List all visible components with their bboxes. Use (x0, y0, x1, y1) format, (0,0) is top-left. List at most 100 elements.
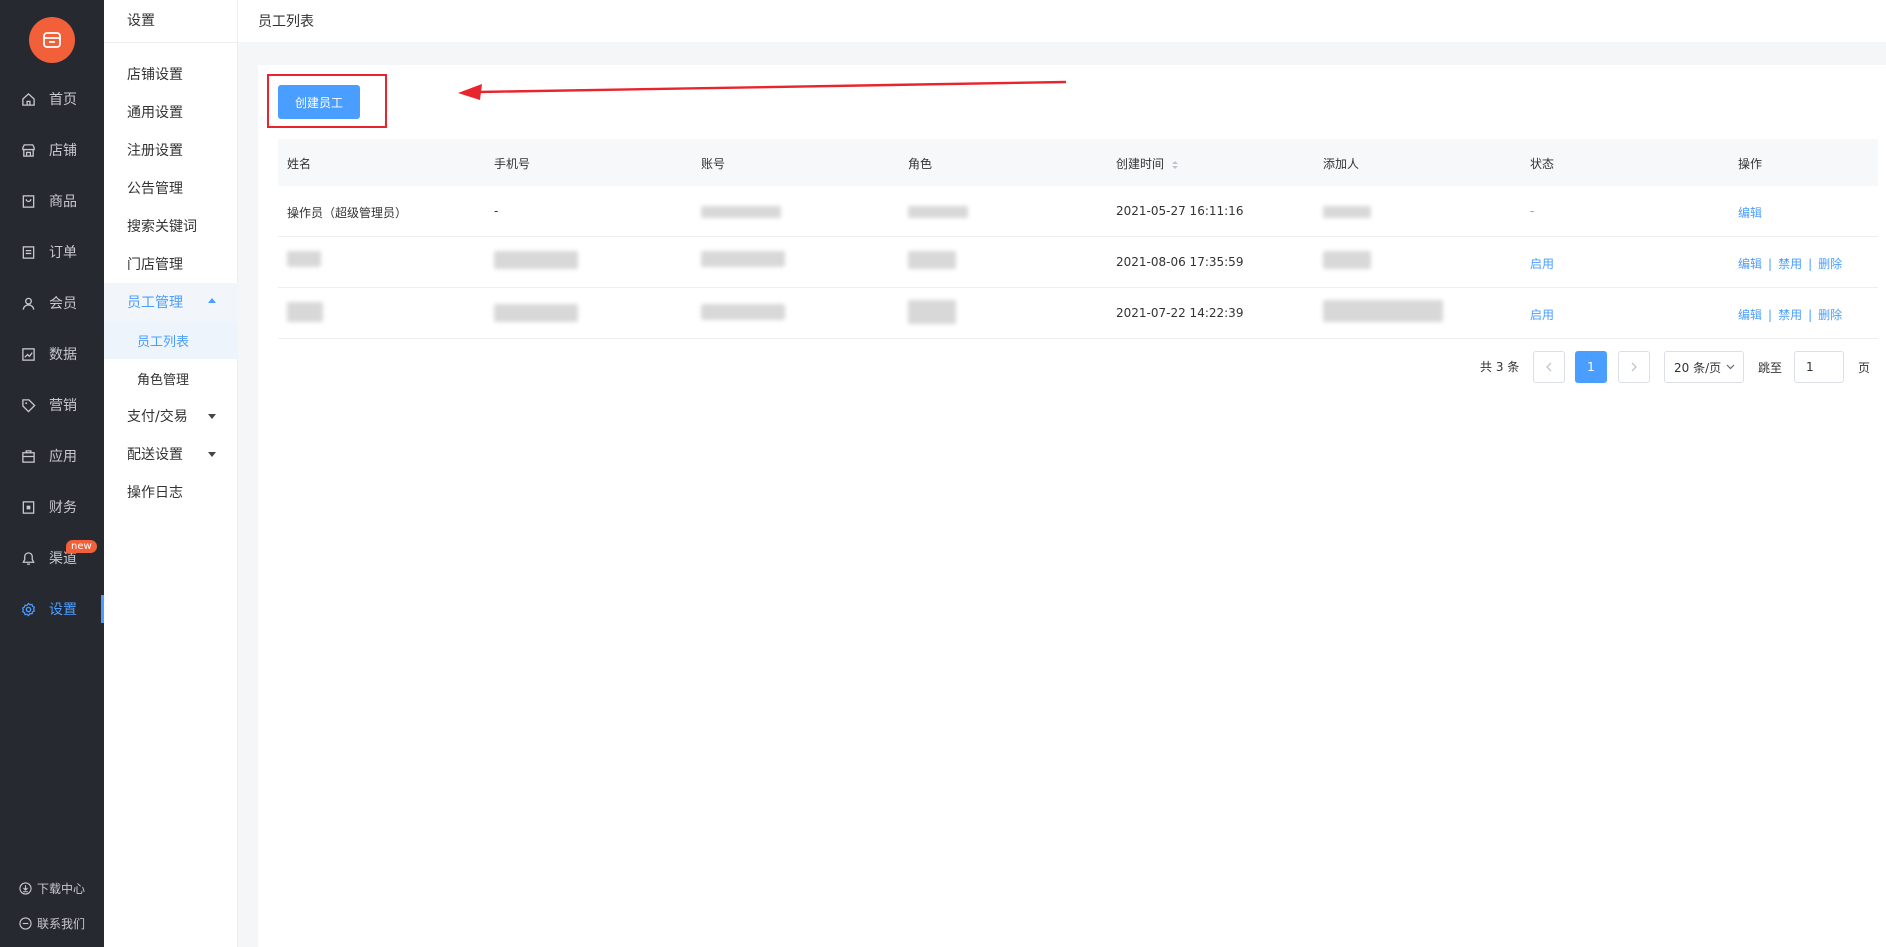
goods-icon (20, 193, 36, 209)
delete-link[interactable]: 删除 (1818, 257, 1842, 271)
sidebar-item-role-management[interactable]: 角色管理 (104, 359, 238, 397)
nav-item-channel[interactable]: 渠道 new (0, 536, 104, 580)
download-center-link[interactable]: 下载中心 (18, 880, 85, 897)
nav-item-order[interactable]: 订单 (0, 230, 104, 274)
caret-down-icon (208, 414, 216, 419)
cell-status: - (1530, 204, 1535, 218)
order-icon (20, 244, 36, 260)
redacted-added-by (1323, 206, 1371, 218)
sidebar-item-label: 角色管理 (137, 372, 190, 388)
col-added-by: 添加人 (1323, 157, 1360, 171)
nav-label: 营销 (49, 398, 77, 414)
main-nav: 首页 店铺 商品 订单 会员 数据 营销 应用 财务 渠道 new 设置 下载中… (0, 0, 104, 947)
redacted-phone (494, 251, 578, 269)
sidebar-item-staff-management[interactable]: 员工管理 (104, 283, 238, 321)
sidebar-item-label: 门店管理 (127, 257, 183, 273)
page-button-current[interactable]: 1 (1575, 351, 1607, 383)
caret-up-icon (208, 298, 216, 303)
nav-item-store[interactable]: 店铺 (0, 128, 104, 172)
sidebar-item-payment[interactable]: 支付/交易 (104, 397, 238, 435)
sort-icon[interactable] (1172, 160, 1179, 169)
divider (104, 42, 238, 43)
contact-us-label: 联系我们 (37, 917, 86, 931)
nav-item-marketing[interactable]: 营销 (0, 383, 104, 427)
table-row: 2021-08-06 17:35:59 启用 编辑 | 禁用 | 删除 (278, 237, 1878, 288)
sidebar-item-delivery[interactable]: 配送设置 (104, 435, 238, 473)
prev-page-button[interactable] (1533, 351, 1565, 383)
contact-us-link[interactable]: 联系我们 (18, 915, 85, 932)
tag-icon (20, 397, 36, 413)
sidebar-item-store-settings[interactable]: 店铺设置 (104, 55, 238, 93)
table-row: 操作员（超级管理员） - 2021-05-27 16:11:16 - 编辑 (278, 186, 1878, 237)
redacted-name (287, 251, 321, 267)
action-separator: | (1808, 308, 1813, 322)
content-card: 创建员工 姓名 手机号 账号 角色 创建时间 添加人 状态 操作 操作员（超级管… (258, 65, 1886, 947)
chat-icon (18, 917, 32, 931)
jump-label: 跳至 (1758, 361, 1783, 375)
action-separator: | (1808, 257, 1813, 271)
sidebar-item-label: 公告管理 (127, 181, 183, 197)
home-icon (20, 91, 36, 107)
edit-link[interactable]: 编辑 (1738, 308, 1762, 322)
cell-actions: 编辑 (1738, 204, 1762, 221)
action-separator: | (1768, 308, 1773, 322)
jump-page-input[interactable]: 1 (1794, 351, 1844, 383)
nav-label: 订单 (49, 245, 77, 261)
redacted-role (908, 300, 956, 324)
sidebar-title: 设置 (127, 13, 155, 29)
chevron-right-icon (1631, 362, 1637, 372)
create-staff-button[interactable]: 创建员工 (278, 85, 360, 119)
sidebar-item-search-keywords[interactable]: 搜索关键词 (104, 207, 238, 245)
cell-status[interactable]: 启用 (1530, 306, 1554, 323)
cell-actions: 编辑 | 禁用 | 删除 (1738, 255, 1842, 272)
cell-created-time: 2021-08-06 17:35:59 (1116, 255, 1244, 269)
cell-status[interactable]: 启用 (1530, 255, 1554, 272)
download-icon (18, 882, 32, 896)
gear-icon (20, 601, 36, 617)
edit-link[interactable]: 编辑 (1738, 206, 1762, 220)
col-phone: 手机号 (494, 157, 531, 171)
annotation-arrow-icon (458, 80, 1067, 100)
sidebar-item-label: 支付/交易 (127, 409, 188, 425)
chart-icon (20, 346, 36, 362)
nav-item-goods[interactable]: 商品 (0, 179, 104, 223)
nav-item-data[interactable]: 数据 (0, 332, 104, 376)
new-badge: new (66, 540, 97, 553)
disable-link[interactable]: 禁用 (1778, 308, 1802, 322)
col-status: 状态 (1530, 157, 1555, 171)
nav-item-settings[interactable]: 设置 (0, 587, 104, 631)
sidebar-item-staff-list[interactable]: 员工列表 (104, 321, 238, 359)
sidebar-item-announcements[interactable]: 公告管理 (104, 169, 238, 207)
next-page-button[interactable] (1618, 351, 1650, 383)
redacted-account (701, 304, 785, 320)
cell-name: 操作员（超级管理员） (287, 206, 408, 220)
page-size-select[interactable]: 20 条/页 (1664, 351, 1744, 383)
chevron-down-icon (1726, 364, 1735, 370)
sidebar-item-operation-log[interactable]: 操作日志 (104, 473, 238, 511)
disable-link[interactable]: 禁用 (1778, 257, 1802, 271)
sidebar-item-label: 注册设置 (127, 143, 183, 159)
action-separator: | (1768, 257, 1773, 271)
sidebar-item-stores[interactable]: 门店管理 (104, 245, 238, 283)
page-title: 员工列表 (258, 14, 314, 30)
finance-icon (20, 499, 36, 515)
redacted-added-by (1323, 300, 1443, 322)
nav-item-member[interactable]: 会员 (0, 281, 104, 325)
sidebar-item-general-settings[interactable]: 通用设置 (104, 93, 238, 131)
col-created-time[interactable]: 创建时间 (1116, 155, 1179, 172)
redacted-role (908, 206, 968, 218)
table-header: 姓名 手机号 账号 角色 创建时间 添加人 状态 操作 (278, 139, 1878, 186)
nav-item-home[interactable]: 首页 (0, 77, 104, 121)
page-header: 员工列表 (238, 0, 1886, 42)
logo[interactable] (29, 17, 75, 63)
caret-down-icon (208, 452, 216, 457)
nav-item-finance[interactable]: 财务 (0, 485, 104, 529)
redacted-role (908, 251, 956, 269)
page-unit-label: 页 (1858, 361, 1871, 375)
page-size-label: 20 条/页 (1674, 360, 1722, 375)
redacted-phone (494, 304, 578, 322)
edit-link[interactable]: 编辑 (1738, 257, 1762, 271)
delete-link[interactable]: 删除 (1818, 308, 1842, 322)
nav-item-app[interactable]: 应用 (0, 434, 104, 478)
sidebar-item-register-settings[interactable]: 注册设置 (104, 131, 238, 169)
